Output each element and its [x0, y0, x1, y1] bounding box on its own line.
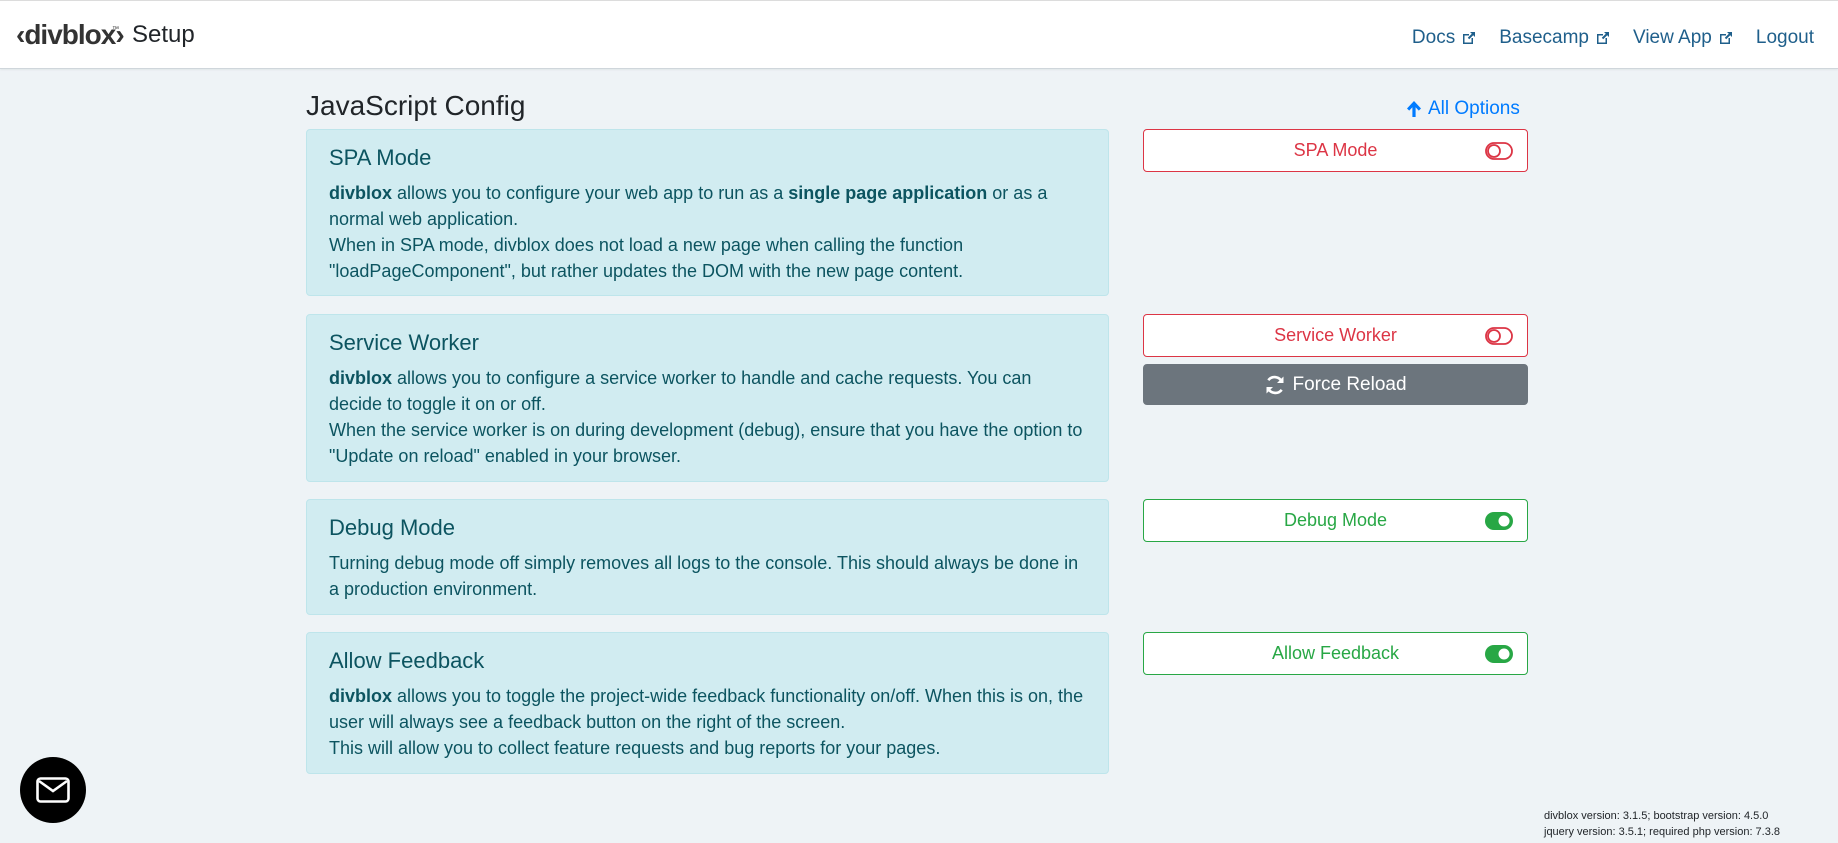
basecamp-link[interactable]: Basecamp — [1499, 27, 1611, 49]
docs-link-label: Docs — [1411, 27, 1456, 48]
brand-name: divblox — [329, 183, 393, 203]
spa-text-a: allows you to configure your web app to … — [392, 183, 789, 203]
allow-feedback-desc-1: divblox allows you to toggle the project… — [329, 683, 1086, 735]
spa-mode-desc-1: divblox allows you to configure your web… — [329, 180, 1086, 232]
sw-text: allows you to configure a service worker… — [329, 368, 1032, 414]
service-worker-toggle-button[interactable]: Service Worker — [1143, 314, 1528, 357]
force-reload-button[interactable]: Force Reload — [1143, 364, 1528, 405]
toggle-off-icon — [1485, 142, 1513, 160]
view-app-link-label: View App — [1632, 27, 1712, 48]
external-link-icon — [1463, 32, 1476, 44]
svg-text:™: ™ — [112, 26, 119, 33]
version-line-2: jquery version: 3.5.1; required php vers… — [1544, 826, 1781, 838]
view-app-link[interactable]: View App — [1633, 27, 1734, 49]
version-line-1: divblox version: 3.1.5; bootstrap versio… — [1544, 810, 1769, 822]
toggle-on-icon — [1485, 645, 1513, 663]
top-navbar: ‹divblox› ™ Setup Docs Basecamp View App… — [0, 0, 1838, 69]
spa-mode-desc-2: When in SPA mode, divblox does not load … — [329, 235, 964, 281]
nav-links: Docs Basecamp View App Logout — [1412, 27, 1814, 49]
feedback-text: allows you to toggle the project-wide fe… — [329, 686, 1084, 732]
debug-mode-toggle-label: Debug Mode — [1283, 510, 1388, 530]
debug-mode-card: Debug Mode Turning debug mode off simply… — [306, 499, 1109, 615]
brand-text: Setup — [132, 21, 195, 48]
service-worker-toggle-label: Service Worker — [1274, 325, 1397, 345]
brand-name: divblox — [329, 686, 393, 706]
feedback-button[interactable] — [20, 757, 86, 823]
page-title: JavaScript Config — [306, 90, 526, 121]
allow-feedback-toggle-button[interactable]: Allow Feedback — [1143, 632, 1528, 675]
allow-feedback-title: Allow Feedback — [329, 648, 485, 673]
brand-name: divblox — [329, 368, 393, 388]
basecamp-link-label: Basecamp — [1499, 27, 1589, 48]
docs-link[interactable]: Docs — [1412, 27, 1477, 49]
spa-mode-toggle-button[interactable]: SPA Mode — [1143, 129, 1528, 172]
allow-feedback-card: Allow Feedback divblox allows you to tog… — [306, 632, 1109, 774]
external-link-icon — [1596, 32, 1609, 44]
debug-mode-toggle-button[interactable]: Debug Mode — [1143, 499, 1528, 542]
toggle-on-icon — [1485, 512, 1513, 530]
sync-icon — [1266, 375, 1284, 394]
version-info: divblox version: 3.1.5; bootstrap versio… — [1544, 808, 1780, 840]
spa-mode-toggle-label: SPA Mode — [1293, 140, 1378, 160]
spa-mode-card: SPA Mode divblox allows you to configure… — [306, 129, 1109, 296]
service-worker-title: Service Worker — [329, 330, 479, 355]
toggle-off-icon — [1485, 327, 1513, 345]
allow-feedback-toggle-label: Allow Feedback — [1271, 643, 1400, 663]
spa-emphasis: single page application — [788, 183, 988, 203]
service-worker-card: Service Worker divblox allows you to con… — [306, 314, 1109, 482]
debug-mode-title: Debug Mode — [329, 515, 455, 540]
force-reload-label: Force Reload — [1292, 373, 1407, 395]
arrow-up-icon — [1407, 101, 1421, 117]
spa-mode-title: SPA Mode — [329, 145, 432, 170]
allow-feedback-desc-2: This will allow you to collect feature r… — [329, 738, 941, 758]
service-worker-desc-2: When the service worker is on during dev… — [329, 420, 1083, 466]
mail-icon — [36, 777, 70, 803]
service-worker-desc-1: divblox allows you to configure a servic… — [329, 365, 1086, 417]
logout-link[interactable]: Logout — [1756, 27, 1814, 49]
brand[interactable]: ‹divblox› ™ Setup — [16, 19, 195, 51]
svg-text:‹divblox›: ‹divblox› — [16, 19, 124, 50]
divblox-logo: ‹divblox› ™ — [16, 19, 124, 50]
external-link-icon — [1719, 32, 1732, 44]
debug-mode-desc: Turning debug mode off simply removes al… — [329, 553, 1079, 599]
all-options-label: All Options — [1428, 98, 1520, 119]
logout-link-label: Logout — [1755, 27, 1814, 48]
all-options-link[interactable]: All Options — [1406, 98, 1520, 120]
